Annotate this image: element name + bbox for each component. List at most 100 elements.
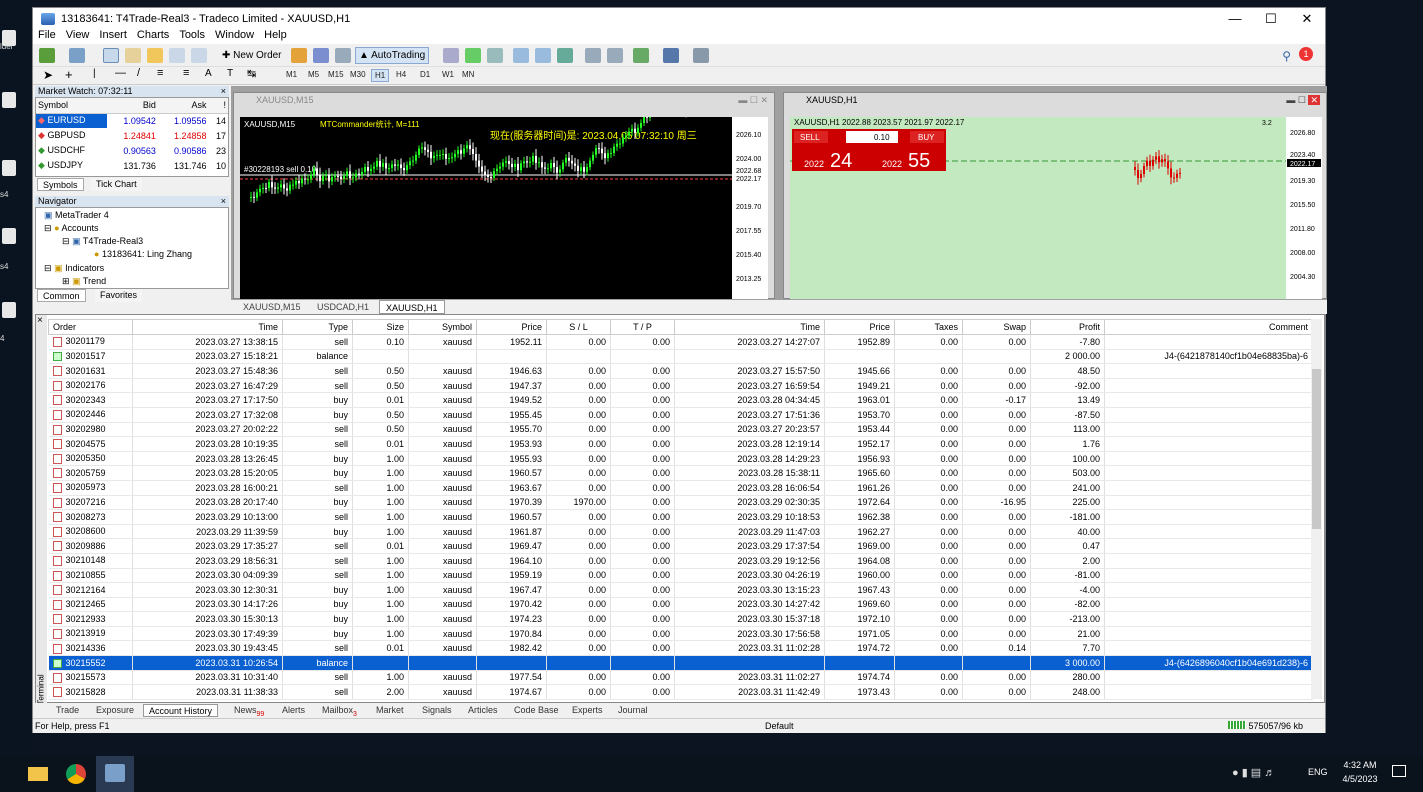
timeframe-w1[interactable]: W1 xyxy=(439,69,457,80)
tab-market[interactable]: Market xyxy=(371,704,409,717)
table-row[interactable]: 30202343 2023.03.27 17:17:50 buy 0.01 xauusd… xyxy=(48,392,1313,408)
tab-tick-chart[interactable]: Tick Chart xyxy=(91,178,142,191)
symbol-row[interactable]: ◆ USDCHF 0.90563 0.90586 23 xyxy=(36,143,228,158)
cursor-icon[interactable]: ➤ xyxy=(43,68,53,82)
column-header[interactable]: Taxes xyxy=(894,319,963,335)
table-row[interactable]: 30208600 2023.03.29 11:39:59 buy 1.00 xauusd… xyxy=(48,524,1313,540)
table-row[interactable]: 30204575 2023.03.28 10:19:35 sell 0.01 xauus… xyxy=(48,436,1313,452)
table-row[interactable]: 30214336 2023.03.30 19:43:45 sell 0.01 xauus… xyxy=(48,640,1313,657)
table-row[interactable]: 30205350 2023.03.28 13:26:45 buy 1.00 xauusd… xyxy=(48,451,1313,467)
scrollbar-thumb[interactable] xyxy=(1312,369,1321,529)
table-row[interactable]: 30212465 2023.03.30 14:17:26 buy 1.00 xauusd… xyxy=(48,597,1313,613)
data-window-icon[interactable] xyxy=(125,48,141,63)
menu-help[interactable]: Help xyxy=(259,29,292,44)
zoom-in-icon[interactable] xyxy=(513,48,529,63)
table-row[interactable]: 30205973 2023.03.28 16:00:21 sell 1.00 xauus… xyxy=(48,480,1313,496)
tab-alerts[interactable]: Alerts xyxy=(277,704,310,717)
timeframe-h1[interactable]: H1 xyxy=(371,69,390,82)
column-header[interactable]: Ask xyxy=(157,98,209,114)
desktop-file-icon[interactable] xyxy=(2,160,16,176)
autotrading-button[interactable]: ▲ AutoTrading xyxy=(355,47,430,64)
chart-tab-usdcad-h1[interactable]: USDCAD,H1 xyxy=(311,300,375,314)
horizontal-line-icon[interactable]: — xyxy=(115,67,126,79)
menu-window[interactable]: Window xyxy=(210,29,259,44)
tab-symbols[interactable]: Symbols xyxy=(37,178,84,191)
zoom-out-icon[interactable] xyxy=(535,48,551,63)
menu-charts[interactable]: Charts xyxy=(132,29,174,44)
crosshair-icon[interactable]: + xyxy=(65,67,73,82)
close-icon[interactable]: × xyxy=(221,86,226,97)
chart-window-h1[interactable]: XAUUSD,H1 ▬ ☐ ✕ XAUUSD,H1 2022.88 2023.5… xyxy=(783,92,1327,299)
table-row[interactable]: 30205759 2023.03.28 15:20:05 buy 1.00 xauusd… xyxy=(48,465,1313,481)
close-icon[interactable]: × xyxy=(37,315,43,326)
tab-common[interactable]: Common xyxy=(37,289,86,302)
timeframe-h4[interactable]: H4 xyxy=(393,69,409,80)
table-row[interactable]: 30201179 2023.03.27 13:38:15 sell 0.10 xauus… xyxy=(48,334,1313,350)
close-icon[interactable]: × xyxy=(221,196,226,207)
vertical-line-icon[interactable]: | xyxy=(93,68,96,79)
table-row[interactable]: 30215573 2023.03.31 10:31:40 sell 1.00 xauus… xyxy=(48,670,1313,686)
table-row[interactable]: 30210855 2023.03.30 04:09:39 sell 1.00 xauus… xyxy=(48,568,1313,584)
window-controls[interactable]: ▬ ☐ ✕ xyxy=(738,95,768,106)
minimize-button[interactable]: — xyxy=(1217,8,1253,29)
new-order-button[interactable]: ✚ New Order xyxy=(219,48,285,64)
timeframe-m5[interactable]: M5 xyxy=(305,69,322,80)
table-row[interactable]: 30201517 2023.03.27 15:18:21 balance 2 000.… xyxy=(48,349,1313,365)
nav-item-indicators[interactable]: ⊟ ▣ Indicators xyxy=(44,263,104,274)
window-controls[interactable]: ▬ ☐ ✕ xyxy=(1286,95,1320,106)
table-row[interactable]: 30215552 2023.03.31 10:26:54 balance 3 000.… xyxy=(48,655,1313,671)
language-indicator[interactable]: ENG xyxy=(1308,767,1328,777)
column-header[interactable]: Symbol xyxy=(36,98,108,114)
column-header[interactable]: Swap xyxy=(962,319,1031,335)
clock-time[interactable]: 4:32 AM xyxy=(1340,760,1380,770)
menu-insert[interactable]: Insert xyxy=(94,29,132,44)
chart-tab-xauusd-h1[interactable]: XAUUSD,H1 xyxy=(379,300,445,314)
table-row[interactable]: 30212933 2023.03.30 15:30:13 buy 1.00 xauusd… xyxy=(48,611,1313,627)
profiles-icon[interactable] xyxy=(69,48,85,63)
autoscroll-icon[interactable] xyxy=(607,48,623,63)
table-row[interactable]: 30208273 2023.03.29 10:13:00 sell 1.00 xauus… xyxy=(48,509,1313,525)
trendline-icon[interactable]: / xyxy=(137,67,140,79)
menu-view[interactable]: View xyxy=(61,29,95,44)
symbol-row[interactable]: ◆ USDJPY 131.736 131.746 10 xyxy=(36,158,228,173)
strategy-tester-icon[interactable] xyxy=(191,48,207,63)
maximize-button[interactable]: ☐ xyxy=(1253,8,1289,29)
tab-experts[interactable]: Experts xyxy=(567,704,608,717)
nav-item-trend[interactable]: ⊞ ▣ Trend xyxy=(62,276,106,287)
periods-icon[interactable] xyxy=(663,48,679,63)
tab-journal[interactable]: Journal xyxy=(613,704,653,717)
taskbar-item-mt4[interactable] xyxy=(96,756,134,792)
tab-account-history[interactable]: Account History xyxy=(143,704,219,717)
signals-icon[interactable] xyxy=(335,48,351,63)
column-header[interactable]: Bid xyxy=(107,98,158,114)
fibonacci-icon[interactable]: ≡ xyxy=(183,67,189,79)
templates-icon[interactable] xyxy=(693,48,709,63)
text-label-icon[interactable]: T xyxy=(227,68,233,79)
table-row[interactable]: 30210148 2023.03.29 18:56:31 sell 1.00 xauus… xyxy=(48,553,1313,569)
timeframe-m30[interactable]: M30 xyxy=(347,69,369,80)
lot-input[interactable] xyxy=(846,131,898,143)
column-header[interactable]: Type xyxy=(282,319,353,335)
arrows-icon[interactable]: ↹ xyxy=(247,67,256,80)
column-header[interactable]: S / L xyxy=(546,319,611,335)
market-icon[interactable] xyxy=(313,48,329,63)
table-row[interactable]: 30212164 2023.03.30 12:30:31 buy 1.00 xauusd… xyxy=(48,582,1313,598)
table-row[interactable]: 30201631 2023.03.27 15:48:36 sell 0.50 xauus… xyxy=(48,363,1313,379)
bar-chart-icon[interactable] xyxy=(443,48,459,63)
chrome-icon[interactable] xyxy=(66,764,86,784)
column-header[interactable]: Size xyxy=(352,319,409,335)
terminal-icon[interactable] xyxy=(169,48,185,63)
table-row[interactable]: 30215828 2023.03.31 11:38:33 sell 2.00 xauus… xyxy=(48,684,1313,700)
indicators-icon[interactable] xyxy=(633,48,649,63)
menu-tools[interactable]: Tools xyxy=(174,29,210,44)
vertical-scrollbar[interactable] xyxy=(1311,319,1322,699)
desktop-file-icon[interactable] xyxy=(2,228,16,244)
column-header[interactable]: T / P xyxy=(610,319,675,335)
table-row[interactable]: 30202446 2023.03.27 17:32:08 buy 0.50 xauusd… xyxy=(48,407,1313,423)
tab-favorites[interactable]: Favorites xyxy=(95,289,143,302)
chart-window-m15[interactable]: XAUUSD,M15 ▬ ☐ ✕ XAUUSD,M15 MTCommander统… xyxy=(233,92,775,299)
column-header[interactable]: Time xyxy=(674,319,825,335)
column-header[interactable]: Order xyxy=(48,319,133,335)
tab-trade[interactable]: Trade xyxy=(51,704,84,717)
tray-icons[interactable]: ● ▮ ▤ ♬ xyxy=(1232,766,1275,779)
